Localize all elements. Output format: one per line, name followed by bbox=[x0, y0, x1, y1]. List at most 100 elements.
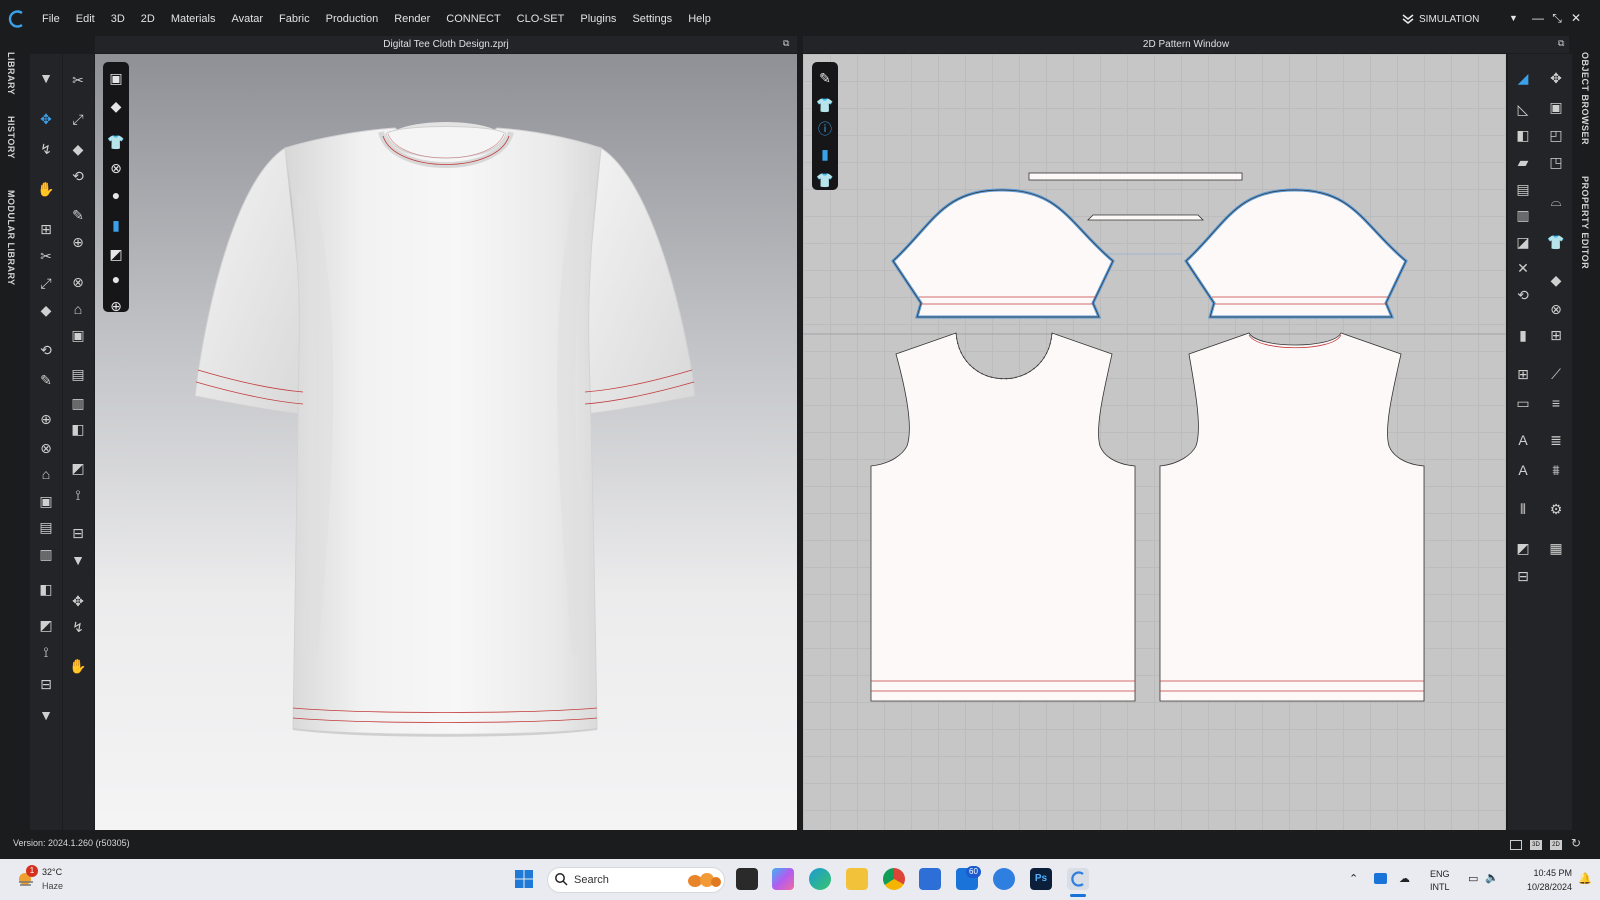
volume-icon[interactable]: 🔈 bbox=[1485, 871, 1499, 884]
pattern-2d-9-icon[interactable]: ⟲ bbox=[1512, 284, 1534, 306]
tool-3d-3-icon[interactable]: ↯ bbox=[35, 138, 57, 160]
clo-launcher-icon[interactable] bbox=[993, 868, 1015, 890]
tool-3d-b8-icon[interactable]: ⌂ bbox=[67, 298, 89, 320]
pattern-2d-b3-icon[interactable]: ◰ bbox=[1545, 124, 1567, 146]
tool-3d-14-icon[interactable]: ▣ bbox=[35, 490, 57, 512]
tool-3d-21-icon[interactable]: ▼ bbox=[35, 704, 57, 726]
menu-help[interactable]: Help bbox=[680, 0, 719, 38]
file-explorer-icon[interactable] bbox=[846, 868, 868, 890]
weather-temperature[interactable]: 32°C bbox=[42, 867, 62, 877]
pattern-2d-10-icon[interactable]: ▮ bbox=[1512, 324, 1534, 346]
menu-2d[interactable]: 2D bbox=[133, 0, 163, 38]
tool-3d-b2-icon[interactable]: ⤢ bbox=[67, 108, 89, 130]
tool-3d-b1-icon[interactable]: ✂ bbox=[67, 69, 89, 91]
menu-render[interactable]: Render bbox=[386, 0, 438, 38]
tool-3d-b16-icon[interactable]: ▼ bbox=[67, 549, 89, 571]
viewport-tool-3-icon[interactable]: 👕 bbox=[105, 131, 127, 153]
restore-icon[interactable]: ⤡ bbox=[1549, 10, 1565, 26]
pattern-2d-11-icon[interactable]: ⊞ bbox=[1512, 363, 1534, 385]
pattern-tool-4-icon[interactable]: ▮ bbox=[814, 143, 836, 165]
weather-description[interactable]: Haze bbox=[42, 881, 63, 891]
pattern-2d-13-icon[interactable]: A bbox=[1512, 429, 1534, 451]
notification-bell-icon[interactable]: 🔔 bbox=[1578, 872, 1592, 885]
tool-3d-b5-icon[interactable]: ✎ bbox=[67, 204, 89, 226]
layout-3d-icon[interactable]: 3D bbox=[1530, 840, 1542, 850]
tool-3d-9-icon[interactable]: ⟲ bbox=[35, 339, 57, 361]
pattern-2d-b6-icon[interactable]: 👕 bbox=[1545, 231, 1567, 253]
clock-date[interactable]: 10/28/2024 bbox=[1512, 882, 1572, 892]
clo3d-active-icon[interactable] bbox=[1067, 868, 1089, 890]
monitor-icon[interactable]: ▭ bbox=[1468, 872, 1478, 885]
tool-3d-b10-icon[interactable]: ▤ bbox=[67, 363, 89, 385]
tool-3d-11-icon[interactable]: ⊕ bbox=[35, 408, 57, 430]
pattern-2d-b15-icon[interactable]: ▦ bbox=[1545, 537, 1567, 559]
close-icon[interactable]: ✕ bbox=[1568, 10, 1584, 26]
pattern-tool-1-icon[interactable]: ✎ bbox=[814, 67, 836, 89]
menu-production[interactable]: Production bbox=[318, 0, 387, 38]
layout-2d3d-icon[interactable] bbox=[1510, 840, 1522, 850]
tool-3d-10-icon[interactable]: ✎ bbox=[35, 369, 57, 391]
menu-materials[interactable]: Materials bbox=[163, 0, 224, 38]
menu-clo-set[interactable]: CLO-SET bbox=[509, 0, 573, 38]
pattern-2d-b12-icon[interactable]: ≣ bbox=[1545, 429, 1567, 451]
viewport-3d[interactable] bbox=[95, 54, 797, 830]
tool-3d-13-icon[interactable]: ⌂ bbox=[35, 463, 57, 485]
pattern-2d-4-icon[interactable]: ▰ bbox=[1512, 151, 1534, 173]
pattern-2d-b8-icon[interactable]: ⊗ bbox=[1545, 298, 1567, 320]
tool-3d-4-icon[interactable]: ✋ bbox=[35, 178, 57, 200]
tool-3d-b15-icon[interactable]: ⊟ bbox=[67, 522, 89, 544]
windows-start-icon[interactable] bbox=[513, 868, 535, 890]
tool-3d-18-icon[interactable]: ◩ bbox=[35, 614, 57, 636]
store-icon[interactable] bbox=[919, 868, 941, 890]
pattern-2d-16-icon[interactable]: ◩ bbox=[1512, 537, 1534, 559]
refresh-icon[interactable]: ↻ bbox=[1571, 836, 1581, 850]
pattern-2d-b5-icon[interactable]: ⌓ bbox=[1545, 190, 1567, 212]
chrome-icon[interactable] bbox=[883, 868, 905, 890]
pattern-2d-12-icon[interactable]: ▭ bbox=[1512, 392, 1534, 414]
photoshop-icon[interactable]: Ps bbox=[1030, 868, 1052, 890]
pattern-2d-b14-icon[interactable]: ⚙ bbox=[1545, 498, 1567, 520]
pattern-2d-8-icon[interactable]: ✕ bbox=[1512, 257, 1534, 279]
pattern-2d-b13-icon[interactable]: ⩩ bbox=[1545, 459, 1567, 481]
task-view-icon[interactable] bbox=[736, 868, 758, 890]
tab-library[interactable]: LIBRARY bbox=[6, 52, 16, 95]
tool-3d-7-icon[interactable]: ⤢ bbox=[35, 272, 57, 294]
tool-3d-8-icon[interactable]: ◆ bbox=[35, 299, 57, 321]
viewport-tool-7-icon[interactable]: ◩ bbox=[105, 243, 127, 265]
mode-selector[interactable]: SIMULATION ▼ bbox=[1401, 10, 1518, 28]
menu-avatar[interactable]: Avatar bbox=[223, 0, 271, 38]
pattern-2d-b2-icon[interactable]: ▣ bbox=[1545, 96, 1567, 118]
viewport-tool-9-icon[interactable]: ⊕ bbox=[105, 295, 127, 317]
pattern-2d-b7-icon[interactable]: ◆ bbox=[1545, 269, 1567, 291]
pattern-tool-2-icon[interactable]: 👕 bbox=[814, 94, 836, 116]
menu-fabric[interactable]: Fabric bbox=[271, 0, 318, 38]
pattern-2d-b4-icon[interactable]: ◳ bbox=[1545, 151, 1567, 173]
tool-3d-6-icon[interactable]: ✂ bbox=[35, 245, 57, 267]
tool-3d-17-icon[interactable]: ◧ bbox=[35, 578, 57, 600]
tool-3d-5-icon[interactable]: ⊞ bbox=[35, 218, 57, 240]
viewport-tool-6-icon[interactable]: ▮ bbox=[105, 214, 127, 236]
layout-2d-icon[interactable]: 2D bbox=[1550, 840, 1562, 850]
menu-edit[interactable]: Edit bbox=[68, 0, 103, 38]
clock-time[interactable]: 10:45 PM bbox=[1512, 868, 1572, 878]
pattern-2d-15-icon[interactable]: ⦀ bbox=[1512, 498, 1534, 520]
tab-modular-library[interactable]: MODULAR LIBRARY bbox=[6, 190, 16, 286]
viewport-tool-2-icon[interactable]: ◆ bbox=[105, 95, 127, 117]
tool-3d-b13-icon[interactable]: ◩ bbox=[67, 457, 89, 479]
minimize-icon[interactable]: — bbox=[1530, 10, 1546, 26]
tool-3d-b19-icon[interactable]: ✋ bbox=[67, 655, 89, 677]
menu-3d[interactable]: 3D bbox=[103, 0, 133, 38]
menu-plugins[interactable]: Plugins bbox=[572, 0, 624, 38]
tool-3d-2-icon[interactable]: ✥ bbox=[35, 108, 57, 130]
copilot-icon[interactable] bbox=[772, 868, 794, 890]
tray-app-icon[interactable] bbox=[1374, 873, 1387, 884]
pattern-2d-6-icon[interactable]: ▥ bbox=[1512, 204, 1534, 226]
language-indicator[interactable]: ENG bbox=[1430, 869, 1450, 879]
menu-settings[interactable]: Settings bbox=[624, 0, 680, 38]
viewport-tool-8-icon[interactable]: ● bbox=[105, 268, 127, 290]
tool-3d-b12-icon[interactable]: ◧ bbox=[67, 418, 89, 440]
edge-icon[interactable] bbox=[809, 868, 831, 890]
tool-3d-b4-icon[interactable]: ⟲ bbox=[67, 165, 89, 187]
tool-3d-16-icon[interactable]: ▥ bbox=[35, 543, 57, 565]
viewport-tool-1-icon[interactable]: ▣ bbox=[105, 67, 127, 89]
